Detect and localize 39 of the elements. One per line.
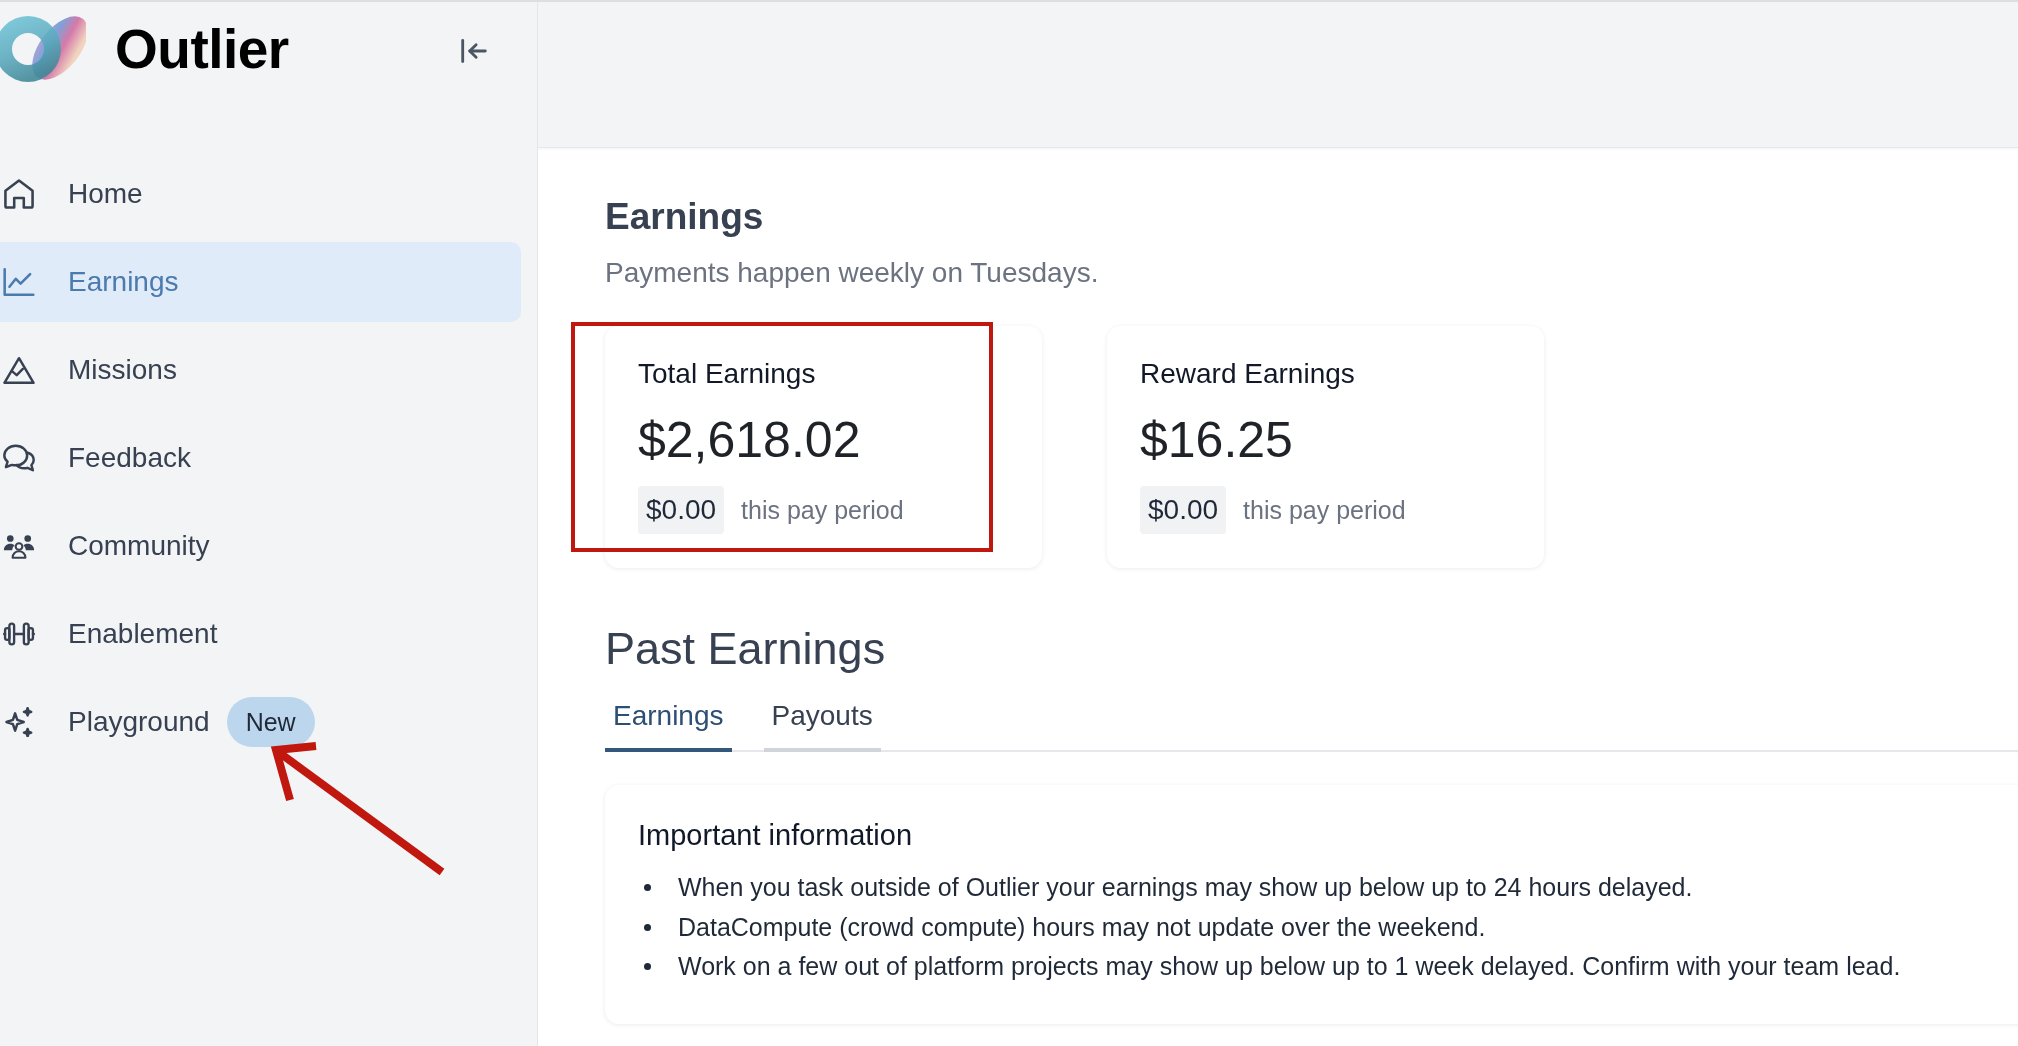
period-label: this pay period — [741, 495, 904, 525]
new-badge: New — [226, 697, 315, 747]
nav-item[interactable]: Home — [0, 154, 143, 234]
card-title: Reward Earnings — [1140, 357, 1356, 391]
brand-name: Outlier — [115, 17, 289, 82]
nav-item[interactable]: Earnings — [0, 242, 521, 322]
period-label: this pay period — [1243, 495, 1406, 525]
bullet-icon — [644, 884, 651, 892]
nav-item[interactable]: Enablement — [0, 594, 218, 674]
bullet-icon — [644, 923, 651, 931]
logo-icon — [0, 15, 86, 83]
collapse-sidebar-button[interactable] — [459, 37, 489, 65]
card-title: Total Earnings — [638, 357, 817, 391]
info-text: Work on a few out of platform projects may show up below up to 1 week delayed. Confirm with your team lead. — [678, 952, 1901, 982]
collapse-icon — [461, 39, 487, 63]
period-amount: $0.00 — [1140, 486, 1227, 534]
info-text: DataCompute (crowd compute) hours may not update over the weekend. — [678, 912, 1486, 942]
period-amount: $0.00 — [638, 486, 725, 534]
home-icon — [3, 179, 35, 209]
page-subtitle: Payments happen weekly on Tuesdays. — [605, 256, 1100, 290]
info-heading: Important information — [638, 818, 913, 853]
tab[interactable]: Payouts — [763, 699, 881, 752]
nav-item[interactable]: Feedback — [0, 418, 191, 498]
tab[interactable]: Earnings — [605, 699, 732, 752]
sparkles-icon — [3, 707, 35, 737]
section-title: Past Earnings — [605, 622, 887, 676]
people-icon — [3, 533, 35, 559]
bullet-icon — [644, 963, 651, 971]
page-title: Earnings — [605, 195, 765, 239]
dumbbell-icon — [3, 622, 35, 646]
nav-item[interactable]: Community — [0, 506, 210, 586]
earnings-amount: $2,618.02 — [638, 411, 862, 470]
mountain-icon — [3, 356, 35, 384]
nav-item[interactable]: Playground — [0, 682, 210, 762]
line-chart-icon — [3, 268, 35, 296]
earnings-amount: $16.25 — [1140, 411, 1294, 470]
info-text: When you task outside of Outlier your earnings may show up below up to 24 hours delayed. — [678, 873, 1693, 903]
nav-item[interactable]: Missions — [0, 330, 177, 410]
chat-bubbles-icon — [3, 444, 35, 472]
